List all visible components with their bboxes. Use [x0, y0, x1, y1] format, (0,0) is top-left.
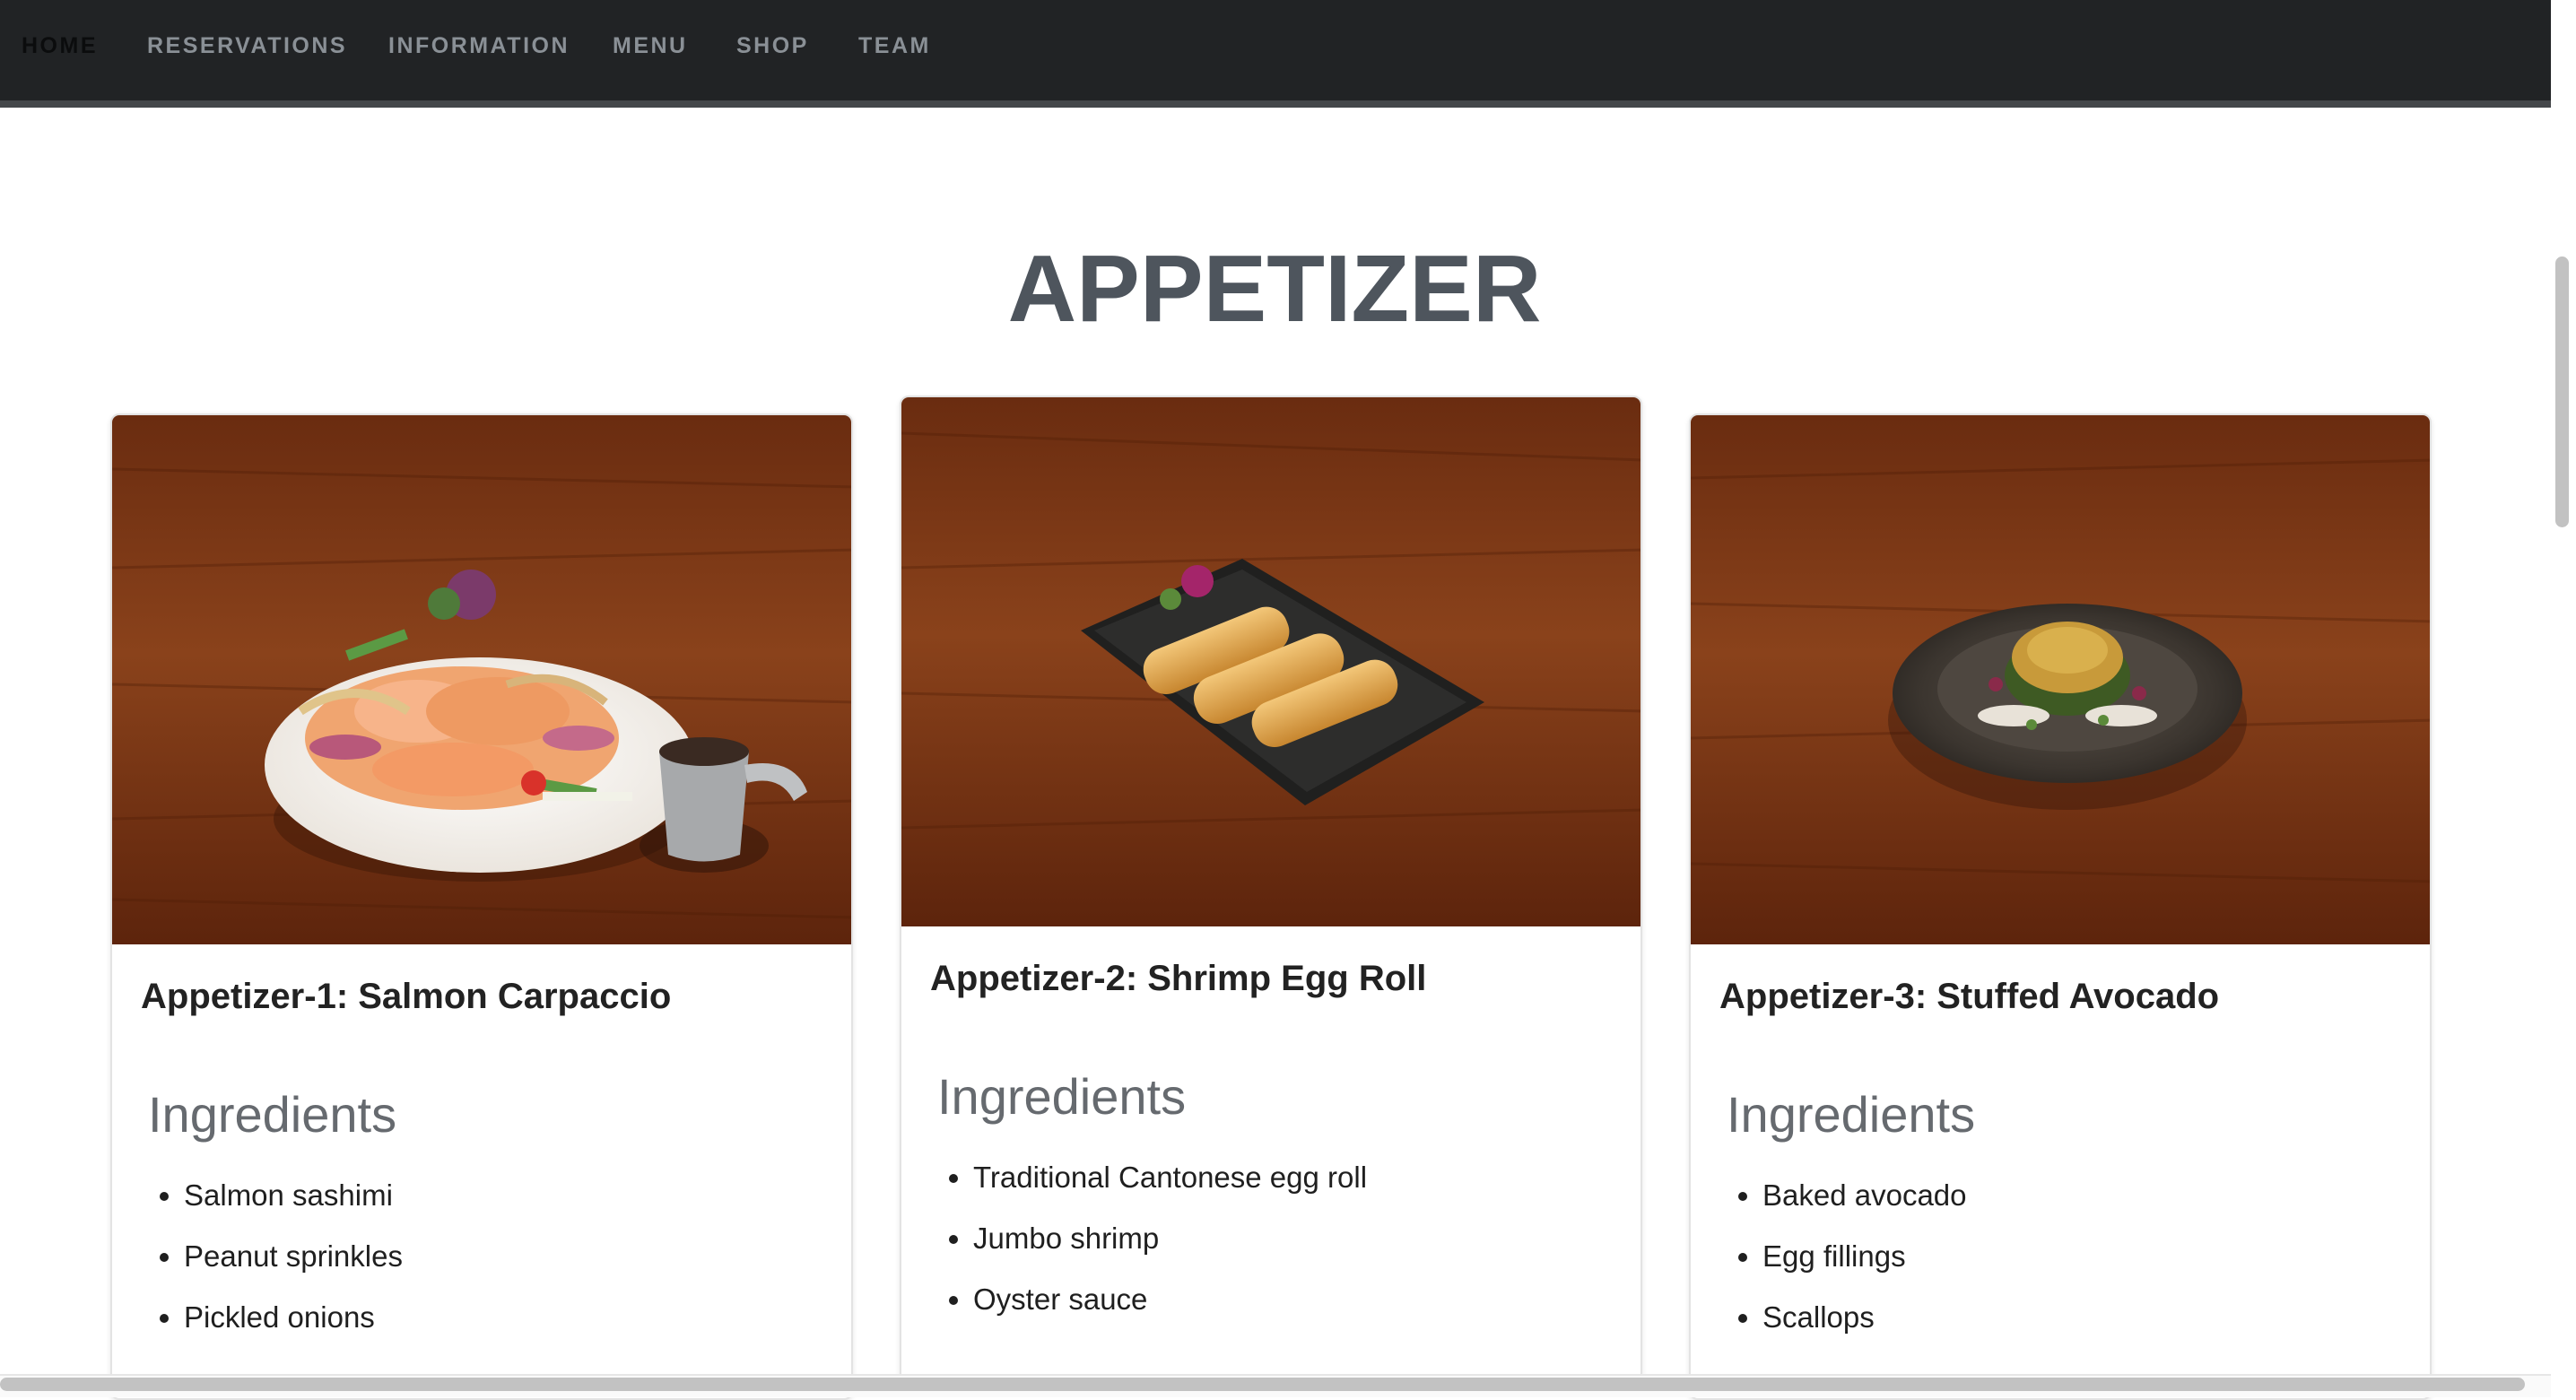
ingredients-list: Salmon sashimi Peanut sprinkles Pickled …: [148, 1169, 403, 1352]
ingredients-heading: Ingredients: [937, 1068, 1187, 1125]
nav-menu-link[interactable]: MENU: [613, 32, 688, 59]
ingredient-item: Scallops: [1762, 1291, 1967, 1352]
ingredient-item: Pickled onions: [184, 1291, 403, 1352]
appetizer-card-2[interactable]: Appetizer-2: Shrimp Egg Roll Ingredients…: [900, 396, 1642, 1382]
ingredients-heading: Ingredients: [148, 1086, 397, 1143]
card-title: Appetizer-2: Shrimp Egg Roll: [930, 959, 1427, 998]
appetizer-card-3[interactable]: Appetizer-3: Stuffed Avocado Ingredients…: [1689, 413, 2432, 1400]
ingredient-item: Traditional Cantonese egg roll: [973, 1151, 1367, 1212]
ingredient-item: Baked avocado: [1762, 1169, 1967, 1230]
ingredients-list: Baked avocado Egg fillings Scallops: [1727, 1169, 1967, 1352]
ingredients-heading: Ingredients: [1727, 1086, 1976, 1143]
nav-team-link[interactable]: TEAM: [858, 32, 931, 59]
stuffed-avocado-photo: [1691, 415, 2430, 944]
nav-shop-link[interactable]: SHOP: [736, 32, 809, 59]
ingredients-list: Traditional Cantonese egg roll Jumbo shr…: [937, 1151, 1367, 1334]
ingredient-item: Oyster sauce: [973, 1273, 1367, 1334]
ingredient-item: Egg fillings: [1762, 1230, 1967, 1291]
appetizer-card-1[interactable]: Appetizer-1: Salmon Carpaccio Ingredient…: [110, 413, 853, 1400]
ingredient-item: Peanut sprinkles: [184, 1230, 403, 1291]
section-title: APPETIZER: [1007, 236, 1542, 342]
top-navbar: HOME RESERVATIONS INFORMATION MENU SHOP …: [0, 0, 2551, 108]
nav-home-link[interactable]: HOME: [22, 32, 98, 59]
card-title: Appetizer-1: Salmon Carpaccio: [141, 977, 672, 1016]
nav-information-link[interactable]: INFORMATION: [388, 32, 570, 59]
card-title: Appetizer-3: Stuffed Avocado: [1719, 977, 2220, 1016]
salmon-carpaccio-photo: [112, 415, 851, 944]
horizontal-scrollbar[interactable]: [0, 1378, 2525, 1391]
shrimp-egg-roll-photo: [901, 397, 1640, 926]
nav-reservations-link[interactable]: RESERVATIONS: [147, 32, 347, 59]
ingredient-item: Jumbo shrimp: [973, 1212, 1367, 1273]
ingredient-item: Salmon sashimi: [184, 1169, 403, 1230]
vertical-scrollbar[interactable]: [2555, 257, 2569, 527]
